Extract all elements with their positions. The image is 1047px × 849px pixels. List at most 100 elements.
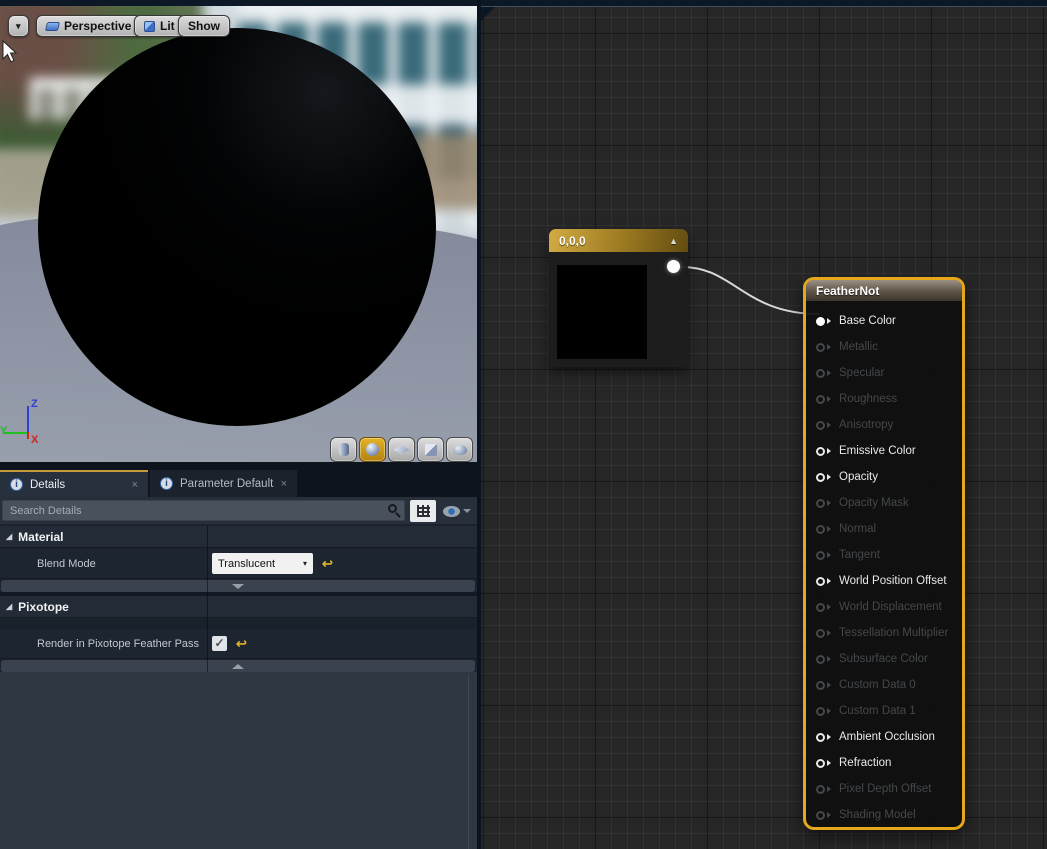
pin-circle-icon[interactable] — [816, 473, 825, 482]
pin-pixel-depth-offset: Pixel Depth Offset — [816, 776, 962, 802]
pin-custom-data-0: Custom Data 0 — [816, 672, 962, 698]
pin-emissive-color[interactable]: Emissive Color — [816, 438, 962, 464]
column-divider[interactable] — [207, 526, 208, 672]
pin-label: Emissive Color — [839, 445, 916, 457]
pin-world-displacement: World Displacement — [816, 594, 962, 620]
pin-label: Opacity Mask — [839, 497, 909, 509]
section-header-pixotope[interactable]: ◢ Pixotope — [0, 596, 477, 618]
pin-world-position-offset[interactable]: World Position Offset — [816, 568, 962, 594]
pin-circle-icon — [816, 603, 825, 612]
pin-wedge-icon — [827, 500, 831, 506]
pin-circle-icon — [816, 551, 825, 560]
section-title: Pixotope — [18, 600, 69, 614]
pin-label: World Position Offset — [839, 575, 947, 587]
close-icon[interactable]: × — [132, 479, 138, 491]
row-gap — [0, 618, 477, 629]
tab-parameter-defaults[interactable]: i Parameter Defaults × — [150, 470, 297, 497]
pin-wedge-icon — [827, 422, 831, 428]
viewport-options-dropdown[interactable]: ▾ — [8, 15, 29, 37]
pin-custom-data-1: Custom Data 1 — [816, 698, 962, 724]
preview-shape-sphere-button[interactable] — [359, 437, 386, 462]
material-output-node[interactable]: FeatherNot Base ColorMetallicSpecularRou… — [803, 277, 965, 830]
grid-icon — [417, 505, 430, 517]
blend-mode-dropdown[interactable]: Translucent ▾ — [212, 553, 313, 574]
cube-icon — [425, 444, 437, 456]
pin-label: Pixel Depth Offset — [839, 783, 931, 795]
reset-to-default-icon[interactable]: ↩ — [236, 636, 247, 652]
pin-ambient-occlusion[interactable]: Ambient Occlusion — [816, 724, 962, 750]
advanced-expander-up[interactable] — [1, 660, 475, 672]
view-options-button[interactable] — [441, 500, 473, 522]
feather-pass-checkbox[interactable]: ✓ — [212, 636, 227, 651]
material-preview-viewport[interactable]: ▾ Perspective Lit Show Z Y X — [0, 6, 477, 462]
pin-circle-icon[interactable] — [816, 759, 825, 768]
preview-shape-cube-button[interactable] — [417, 437, 444, 462]
pin-circle-icon — [816, 343, 825, 352]
pin-wedge-icon — [827, 578, 831, 584]
collapse-up-icon[interactable]: ▲ — [669, 236, 678, 246]
pin-tessellation-multiplier: Tessellation Multiplier — [816, 620, 962, 646]
pin-circle-icon[interactable] — [816, 447, 825, 456]
collapse-triangle-icon: ◢ — [6, 532, 12, 541]
pin-label: Base Color — [839, 315, 896, 327]
material-node-title: FeatherNot — [816, 284, 879, 298]
details-tab-bar: i Details × i Parameter Defaults × — [0, 462, 477, 497]
pin-label: Shading Model — [839, 809, 916, 821]
cylinder-icon — [339, 443, 349, 456]
pin-circle-icon[interactable] — [816, 577, 825, 586]
pin-wedge-icon — [827, 318, 831, 324]
collapse-triangle-icon: ◢ — [6, 602, 12, 611]
search-input[interactable] — [2, 500, 405, 521]
perspective-button[interactable]: Perspective — [36, 15, 141, 37]
pin-circle-icon[interactable] — [816, 733, 825, 742]
pin-circle-icon[interactable] — [816, 317, 825, 326]
pin-label: Tessellation Multiplier — [839, 627, 948, 639]
material-node-title-bar[interactable]: FeatherNot — [806, 280, 962, 301]
reset-to-default-icon[interactable]: ↩ — [322, 556, 333, 572]
feather-pass-row: Render in Pixotope Feather Pass ✓ ↩ — [0, 629, 477, 659]
pin-label: Custom Data 0 — [839, 679, 916, 691]
preview-shape-plane-button[interactable] — [388, 437, 415, 462]
close-icon[interactable]: × — [281, 478, 287, 490]
pin-wedge-icon — [827, 526, 831, 532]
pin-label: Custom Data 1 — [839, 705, 916, 717]
preview-shape-cylinder-button[interactable] — [330, 437, 357, 462]
search-icon — [388, 504, 397, 513]
pin-label: Anisotropy — [839, 419, 893, 431]
pin-label: Refraction — [839, 757, 891, 769]
pin-circle-icon — [816, 499, 825, 508]
pin-label: Opacity — [839, 471, 878, 483]
pin-circle-icon — [816, 707, 825, 716]
show-label: Show — [188, 19, 220, 33]
advanced-expander-down[interactable] — [1, 580, 475, 592]
tab-details[interactable]: i Details × — [0, 470, 148, 497]
details-scrollbar[interactable] — [468, 674, 469, 849]
pin-label: Subsurface Color — [839, 653, 928, 665]
pin-circle-icon — [816, 369, 825, 378]
details-search-row — [0, 497, 477, 524]
pin-specular: Specular — [816, 360, 962, 386]
pin-label: Ambient Occlusion — [839, 731, 935, 743]
property-matrix-button[interactable] — [410, 500, 436, 522]
constant-color-node[interactable]: 0,0,0 ▲ — [549, 229, 688, 367]
preview-sphere-mesh[interactable] — [38, 28, 436, 426]
pin-circle-icon — [816, 655, 825, 664]
caret-down-icon — [463, 509, 471, 513]
show-menu-button[interactable]: Show — [178, 15, 230, 37]
section-header-material[interactable]: ◢ Material — [0, 526, 477, 548]
info-icon: i — [10, 478, 23, 491]
constant-node-output-pin[interactable] — [667, 260, 680, 273]
preview-shape-teapot-button[interactable] — [446, 437, 473, 462]
plane-icon — [394, 445, 410, 454]
pin-wedge-icon — [827, 448, 831, 454]
pin-opacity[interactable]: Opacity — [816, 464, 962, 490]
caret-down-icon: ▾ — [303, 559, 307, 568]
material-graph-canvas[interactable]: 0,0,0 ▲ FeatherNot Base Color MetallicSpe… — [481, 6, 1047, 849]
pin-wedge-icon — [827, 682, 831, 688]
graph-corner-fold — [481, 7, 495, 21]
pin-base-color[interactable]: Base Color — [816, 308, 962, 334]
constant-node-title-bar[interactable]: 0,0,0 ▲ — [549, 229, 688, 252]
pin-refraction[interactable]: Refraction — [816, 750, 962, 776]
pin-metallic: Metallic — [816, 334, 962, 360]
pin-wedge-icon — [827, 812, 831, 818]
